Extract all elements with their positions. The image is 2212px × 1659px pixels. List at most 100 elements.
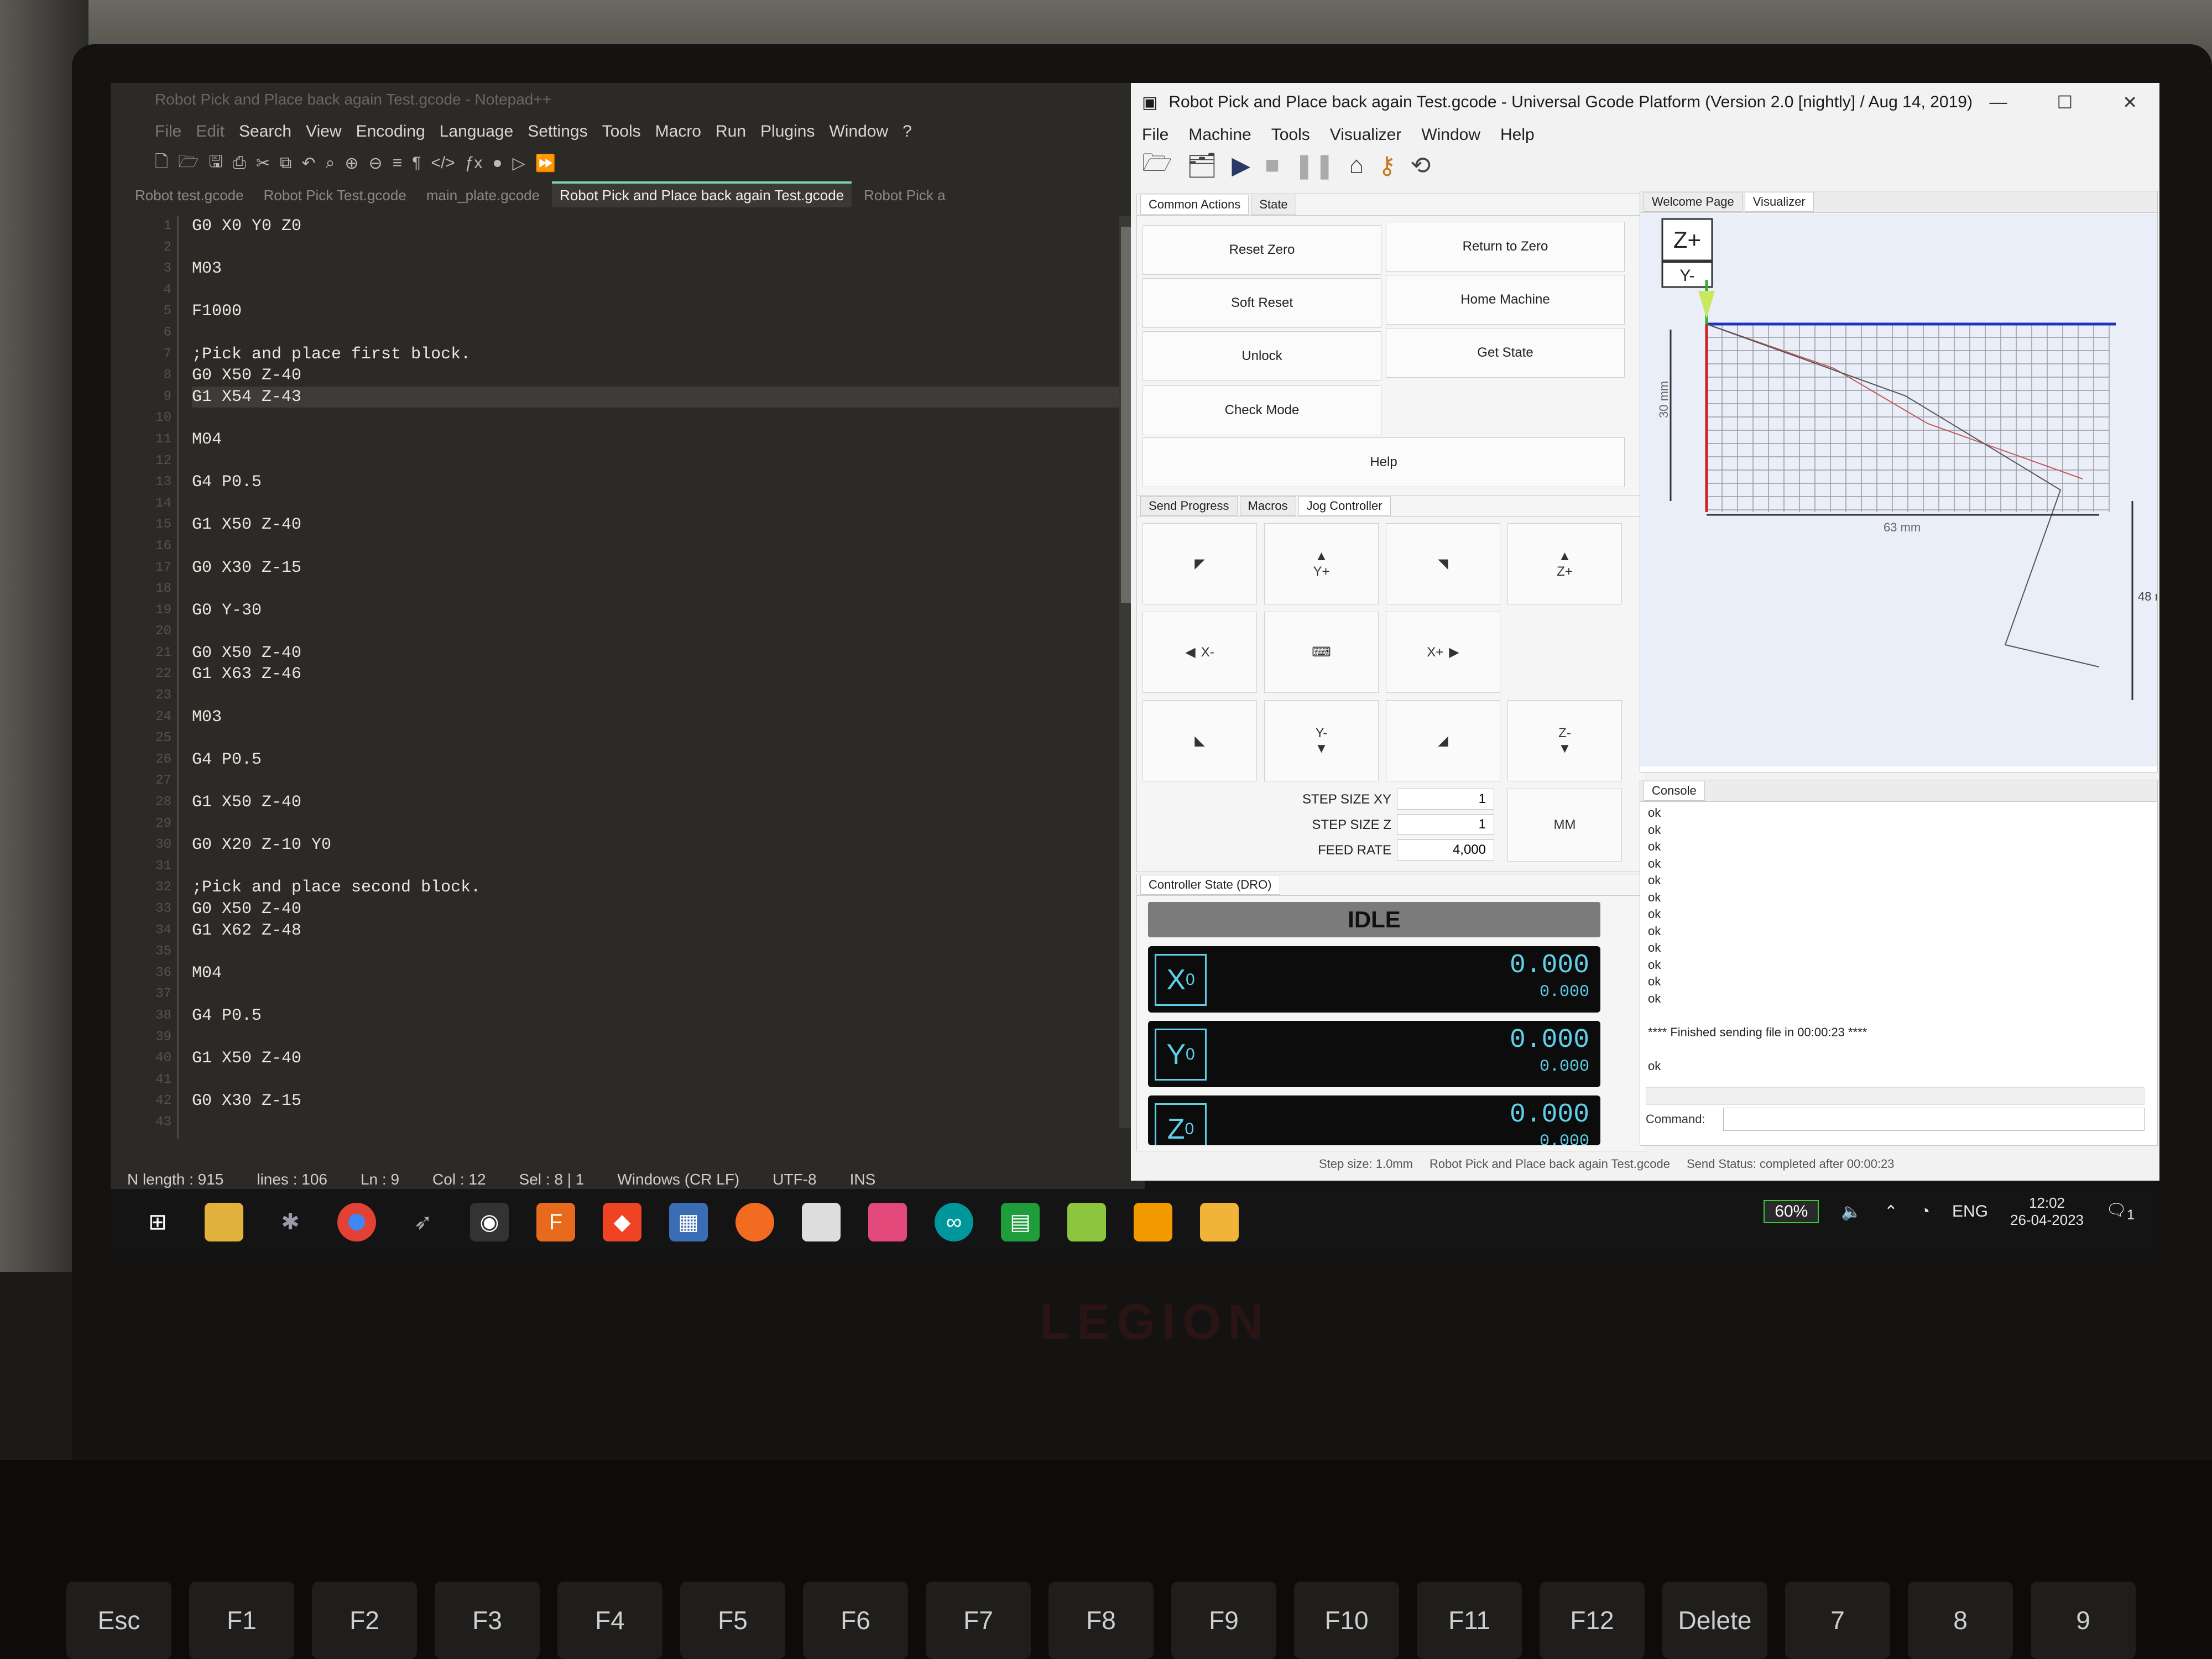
file-explorer-icon[interactable] <box>205 1203 243 1241</box>
code-line[interactable]: F1000 <box>192 301 1139 322</box>
ugs-menu-window[interactable]: Window <box>1421 126 1480 144</box>
code-line[interactable] <box>192 1070 1139 1091</box>
jog-x-plus-button[interactable]: X+ ▶ <box>1386 612 1500 693</box>
code-line[interactable]: M03 <box>192 707 1139 728</box>
windows-start-icon[interactable]: ⊞ <box>138 1203 177 1241</box>
open-recent-icon[interactable]: 🗂 <box>1187 151 1218 180</box>
wrap-icon[interactable]: ≡ <box>393 154 403 173</box>
code-line[interactable]: G0 X50 Z-40 <box>192 365 1139 387</box>
menu-tools[interactable]: Tools <box>602 122 641 141</box>
close-icon[interactable]: ✕ <box>2122 92 2137 113</box>
clock[interactable]: 12:02 26-04-2023 <box>2010 1194 2084 1229</box>
code-line[interactable] <box>192 493 1139 515</box>
function-icon[interactable]: ƒx <box>465 154 483 173</box>
x-axis-reset[interactable]: X0 <box>1155 954 1207 1006</box>
copy-icon[interactable]: ⧉ <box>280 154 291 173</box>
tab-macros[interactable]: Macros <box>1239 496 1296 516</box>
jog-x-minus-y-minus-button[interactable]: ◣ <box>1142 700 1257 781</box>
ugs-menu-file[interactable]: File <box>1142 126 1168 144</box>
editor[interactable]: 1 2 3 4 5 6 7 8 9 10 11 12 13 14 15 16 17 18 19 20 21 22 23 24 2… <box>111 216 1139 1139</box>
code-line[interactable] <box>192 941 1139 963</box>
ugs-menu-machine[interactable]: Machine <box>1188 126 1251 144</box>
step-xy-input[interactable]: 1 <box>1397 789 1494 810</box>
code-line[interactable]: G1 X63 Z-46 <box>192 664 1139 685</box>
open-icon[interactable]: 🗁 <box>178 149 199 178</box>
unlock-icon[interactable]: ⚷ <box>1378 152 1396 180</box>
help-button[interactable]: Help <box>1142 437 1625 487</box>
code-area[interactable]: G0 X0 Y0 Z0 M03 F1000 ;Pick and place first… <box>177 216 1139 1139</box>
code-line[interactable] <box>192 770 1139 792</box>
save-icon[interactable]: 🖫 <box>208 149 223 178</box>
code-line[interactable] <box>192 728 1139 749</box>
pilcrow-icon[interactable]: ¶ <box>412 154 421 173</box>
chrome-icon[interactable] <box>337 1203 376 1241</box>
tab-console[interactable]: Console <box>1644 781 1705 801</box>
ugs-menu-tools[interactable]: Tools <box>1271 126 1310 144</box>
jog-x-plus-y-minus-button[interactable]: ◢ <box>1386 700 1500 781</box>
unlock-button[interactable]: Unlock <box>1142 331 1381 381</box>
code-line[interactable]: G0 X50 Z-40 <box>192 899 1139 920</box>
code-icon[interactable]: </> <box>431 154 455 173</box>
code-line[interactable]: ;Pick and place first block. <box>192 344 1139 366</box>
console-hscrollbar[interactable] <box>1646 1087 2145 1105</box>
code-line[interactable] <box>192 280 1139 301</box>
tab-send-progress[interactable]: Send Progress <box>1140 496 1238 516</box>
tab-jog-controller[interactable]: Jog Controller <box>1298 496 1391 516</box>
code-line[interactable] <box>192 984 1139 1005</box>
tab-robot-pick-test[interactable]: Robot Pick Test.gcode <box>256 184 414 207</box>
ugs-icon[interactable] <box>1200 1203 1239 1241</box>
code-line[interactable]: G4 P0.5 <box>192 472 1139 493</box>
tab-robot-pick-place[interactable]: Robot Pick and Place back again Test.gco… <box>552 181 852 207</box>
home-machine-button[interactable]: Home Machine <box>1386 275 1625 325</box>
code-line[interactable] <box>192 856 1139 878</box>
record-icon[interactable]: ● <box>492 154 502 173</box>
code-line[interactable] <box>192 451 1139 472</box>
code-line[interactable] <box>192 578 1139 600</box>
code-line[interactable]: G1 X50 Z-40 <box>192 792 1139 813</box>
return-to-zero-button[interactable]: Return to Zero <box>1386 222 1625 272</box>
unit-toggle-button[interactable]: MM <box>1507 789 1622 862</box>
undo-icon[interactable]: ↶ <box>301 154 315 173</box>
paint-icon[interactable] <box>868 1203 907 1241</box>
notification-icon[interactable]: 🗨1 <box>2106 1201 2135 1223</box>
bug-app-icon[interactable]: ✱ <box>271 1203 310 1241</box>
code-line[interactable] <box>192 621 1139 643</box>
spreadsheet-icon[interactable]: ▤ <box>1001 1203 1040 1241</box>
send-play-icon[interactable]: ▶ <box>1232 152 1250 180</box>
tray-expand-icon[interactable]: ⌃ <box>1884 1202 1898 1222</box>
menu-language[interactable]: Language <box>440 122 513 141</box>
firefox-icon[interactable] <box>735 1203 774 1241</box>
jog-x-minus-button[interactable]: ◀ X- <box>1142 612 1257 693</box>
menu-run[interactable]: Run <box>716 122 746 141</box>
tab-controller-state[interactable]: Controller State (DRO) <box>1140 875 1280 895</box>
code-line[interactable]: M03 <box>192 258 1139 280</box>
code-line[interactable]: G1 X50 Z-40 <box>192 514 1139 536</box>
code-line[interactable] <box>192 408 1139 429</box>
pause-icon[interactable]: ❚❚ <box>1294 152 1335 180</box>
slides-icon[interactable] <box>1134 1203 1172 1241</box>
menu-file[interactable]: File <box>155 122 181 141</box>
tab-welcome-page[interactable]: Welcome Page <box>1644 192 1743 212</box>
code-line[interactable]: M04 <box>192 429 1139 451</box>
stop-icon[interactable]: ■ <box>1265 152 1280 179</box>
jog-x-plus-y-plus-button[interactable]: ◥ <box>1386 523 1500 604</box>
menu-edit[interactable]: Edit <box>196 122 225 141</box>
menu-settings[interactable]: Settings <box>528 122 587 141</box>
minimize-icon[interactable]: — <box>1990 92 2007 113</box>
code-line[interactable] <box>192 1027 1139 1048</box>
zoom-in-icon[interactable]: ⊕ <box>345 154 358 173</box>
jog-z-plus-button[interactable]: ▲ Z+ <box>1507 523 1622 604</box>
notepadpp-icon[interactable] <box>1067 1203 1106 1241</box>
tab-visualizer[interactable]: Visualizer <box>1744 192 1814 212</box>
code-line[interactable]: G4 P0.5 <box>192 749 1139 771</box>
code-line[interactable] <box>192 322 1139 344</box>
run-multiple-icon[interactable]: ⏩ <box>535 154 556 173</box>
print-icon[interactable]: ⎙ <box>233 154 246 173</box>
tab-common-actions[interactable]: Common Actions <box>1140 195 1249 215</box>
cut-icon[interactable]: ✂ <box>256 154 270 173</box>
menu-macro[interactable]: Macro <box>655 122 701 141</box>
app-icon[interactable]: ➶ <box>404 1203 442 1241</box>
tab-main-plate[interactable]: main_plate.gcode <box>419 184 547 207</box>
code-line[interactable]: G0 X50 Z-40 <box>192 643 1139 664</box>
ugs-menu-visualizer[interactable]: Visualizer <box>1330 126 1402 144</box>
